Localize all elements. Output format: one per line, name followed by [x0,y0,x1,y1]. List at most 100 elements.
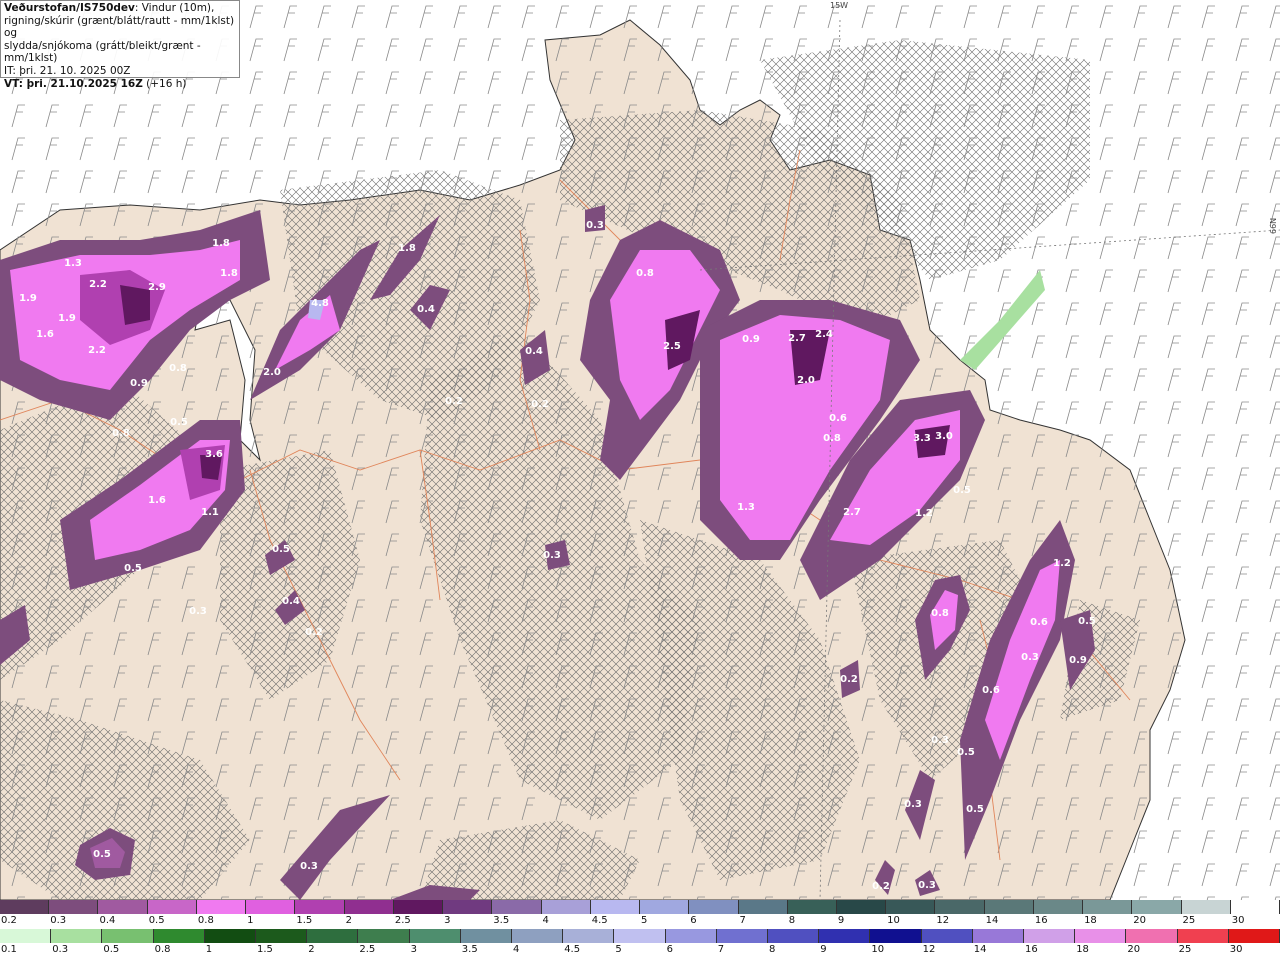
rain-scale-label: 2.5 [359,944,376,955]
map-legend: Veðurstofan/IS750dev: Vindur (10m), rign… [0,0,240,90]
snow-scale-swatch [196,900,247,914]
snow-scale-label: 0.2 [1,915,17,926]
precip-value-label: 0.9 [130,378,148,389]
rain-scale-swatch [1228,929,1280,943]
precip-value-label: 0.8 [169,363,187,374]
precip-value-label: 0.3 [543,550,561,561]
precip-value-label: 0.5 [124,563,142,574]
rain-scale-swatch [1024,929,1076,943]
precip-value-label: 0.3 [1021,652,1039,663]
precip-value-label: 2.9 [148,282,166,293]
rain-scale-label: 0.1 [1,944,17,955]
precip-value-label: 0.3 [189,606,207,617]
forecast-map[interactable]: 15W 66N 1.3 2.2 2.9 1.8 1.9 1.8 1.9 1.6 2.2 0.9 0.… [0,0,1280,900]
rain-scale-label: 0.3 [52,944,69,955]
snow-scale-label: 25 [1182,915,1196,926]
snow-scale-swatch [836,900,887,914]
rain-scale-swatch [153,929,205,943]
rain-scale-swatch [716,929,769,943]
rain-scale-label: 9 [820,944,827,955]
precip-value-label: 1.2 [915,508,933,519]
rain-scale-label: 5 [615,944,622,955]
snow-scale-swatch [590,900,641,914]
snow-scale-label: 8 [788,915,796,926]
precip-value-label: 0.5 [953,485,971,496]
snow-scale-swatch [147,900,197,914]
snow-scale-label: 9 [837,915,845,926]
precip-value-label: 1.8 [220,268,238,279]
precip-value-label: 0.4 [525,346,543,357]
rain-scale-swatch [768,929,820,943]
edge-label-lat: 66N [1269,218,1278,234]
precip-value-label: 1.9 [58,313,76,324]
precip-value-label: 0.3 [918,880,936,891]
precip-value-label: 0.2 [305,627,323,638]
snow-scale-label: 3 [444,915,451,926]
rain-scale-swatch [0,929,52,943]
precip-value-label: 0.4 [282,596,300,607]
snow-scale-label: 0.8 [197,915,214,926]
rain-scale-label: 1.5 [257,944,273,955]
snow-color-scale [0,900,1280,914]
legend-line-snow: slydda/snjókoma (grátt/bleikt/grænt - mm… [4,39,201,65]
rain-scale-label: 16 [1025,944,1038,955]
rain-scale-label: 8 [769,944,776,955]
precip-value-label: 2.7 [788,333,806,344]
snow-scale-label: 4.5 [591,915,608,926]
snow-scale-swatch [492,900,542,914]
precip-value-label: 2.7 [843,507,861,518]
rain-scale-swatch [307,929,359,943]
rain-scale-swatch [51,929,103,943]
precip-value-label: 0.4 [417,304,435,315]
rain-scale-label: 20 [1127,944,1141,955]
rain-scale-swatch [512,929,564,943]
snow-scale-label: 10 [887,915,900,926]
rain-scale-swatch [921,929,973,943]
rain-scale-label: 4.5 [564,944,581,955]
snow-scale-swatch [541,900,591,914]
precip-value-label: 2.0 [263,367,281,378]
snow-scale-swatch [984,900,1034,914]
rain-scale-swatch [972,929,1025,943]
legend-line-rain: rigning/skúrir (grænt/blátt/rautt - mm/1… [4,14,235,40]
precip-value-label: 0.5 [93,849,111,860]
legend-valid-time: VT: þri. 21.10.2025 16Z (+16 h) [4,77,187,90]
precip-value-label: 0.5 [1078,616,1096,627]
snow-scale-swatch [0,900,50,914]
precip-value-label: 2.5 [663,341,681,352]
snow-scale-label: 4 [542,915,549,926]
rain-scale-label: 4 [513,944,520,955]
precip-value-label: 2.2 [88,345,106,356]
legend-title: Veðurstofan/IS750dev: Vindur (10m), [4,2,215,14]
precip-value-label: 1.9 [19,293,37,304]
rain-color-scale [0,929,1280,943]
precip-value-label: 0.5 [170,417,188,428]
snow-scale-label: 14 [985,915,999,926]
snow-scale-label: 20 [1133,915,1147,926]
snow-scale-label: 2.5 [394,915,411,926]
rain-scale-label: 25 [1178,944,1192,955]
snow-scale-swatch [640,900,690,914]
precip-value-label: 0.5 [966,804,984,815]
rain-scale-swatch [1177,929,1229,943]
precip-value-label: 1.6 [148,495,166,506]
rain-scale-label: 30 [1229,944,1243,955]
rain-scale-label: 14 [973,944,987,955]
snow-scale-swatch [1230,900,1280,914]
rain-scale-label: 3.5 [461,944,478,955]
precip-value-label: 0.8 [112,428,130,439]
snow-scale-label: 3.5 [493,915,510,926]
precip-value-label: 1.3 [737,502,755,513]
precip-value-label: 1.3 [64,258,82,269]
snow-scale-label: 16 [1034,915,1048,926]
snow-scale-swatch [689,900,739,914]
rain-scale-swatch [1075,929,1127,943]
snow-scale-label: 30 [1231,915,1245,926]
rain-scale-swatch [819,929,871,943]
snow-scale-swatch [295,900,345,914]
precip-value-label: 0.6 [1030,617,1048,628]
precip-value-label: 1.8 [398,243,416,254]
precip-value-label: 4.8 [311,298,329,309]
precip-value-label: 0.8 [636,268,654,279]
precip-value-label: 1.8 [212,238,230,249]
